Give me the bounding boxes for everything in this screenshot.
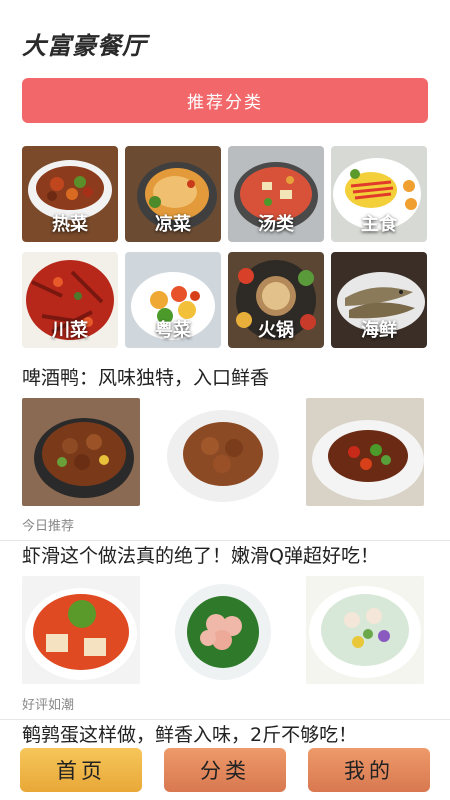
- recipe-tag: 好评如潮: [22, 698, 75, 713]
- category-label: 热菜: [52, 214, 88, 235]
- recipe-photo[interactable]: [22, 398, 140, 506]
- category-label: 主食: [361, 214, 397, 235]
- category-label: 汤类: [258, 214, 294, 235]
- category-soup[interactable]: 汤类: [228, 146, 324, 242]
- category-hot-dish[interactable]: 热菜: [22, 146, 118, 242]
- recommend-category-banner[interactable]: 推荐分类: [22, 78, 428, 123]
- recipe-photo[interactable]: [22, 576, 140, 684]
- recipe-photo-row[interactable]: [22, 398, 424, 506]
- recipe-tag: 今日推荐: [22, 519, 75, 534]
- bottom-navigation: 首页 分类 我的: [0, 744, 450, 800]
- recipe-title[interactable]: 鹌鹑蛋这样做，鲜香入味，2斤不够吃！: [22, 720, 357, 747]
- nav-home-label: 首页: [56, 759, 106, 783]
- nav-category-button[interactable]: 分类: [164, 748, 286, 792]
- category-cantonese[interactable]: 粤菜: [125, 252, 221, 348]
- category-grid: 热菜 凉菜 汤类 主食 川菜 粤菜 火锅 海鲜: [22, 146, 428, 348]
- category-hotpot[interactable]: 火锅: [228, 252, 324, 348]
- category-staple-food[interactable]: 主食: [331, 146, 427, 242]
- recipe-photo[interactable]: [164, 398, 282, 506]
- category-label: 凉菜: [155, 214, 191, 235]
- nav-home-button[interactable]: 首页: [20, 748, 142, 792]
- category-sichuan[interactable]: 川菜: [22, 252, 118, 348]
- recipe-photo-row[interactable]: [22, 576, 424, 684]
- category-cold-dish[interactable]: 凉菜: [125, 146, 221, 242]
- nav-mine-button[interactable]: 我的: [308, 748, 430, 792]
- category-seafood[interactable]: 海鲜: [331, 252, 427, 348]
- category-label: 川菜: [52, 320, 88, 341]
- recipe-title[interactable]: 啤酒鸭：风味独特，入口鲜香: [22, 363, 269, 390]
- recipe-photo[interactable]: [306, 576, 424, 684]
- recipe-photo[interactable]: [306, 398, 424, 506]
- category-label: 火锅: [258, 320, 294, 341]
- category-label: 海鲜: [361, 320, 397, 341]
- recipe-photo[interactable]: [164, 576, 282, 684]
- category-label: 粤菜: [155, 320, 191, 341]
- banner-label: 推荐分类: [187, 93, 263, 113]
- recipe-title[interactable]: 虾滑这个做法真的绝了！嫩滑Q弹超好吃！: [22, 541, 379, 568]
- app-title: 大富豪餐厅: [22, 32, 147, 60]
- nav-category-label: 分类: [200, 759, 250, 783]
- nav-mine-label: 我的: [344, 759, 394, 783]
